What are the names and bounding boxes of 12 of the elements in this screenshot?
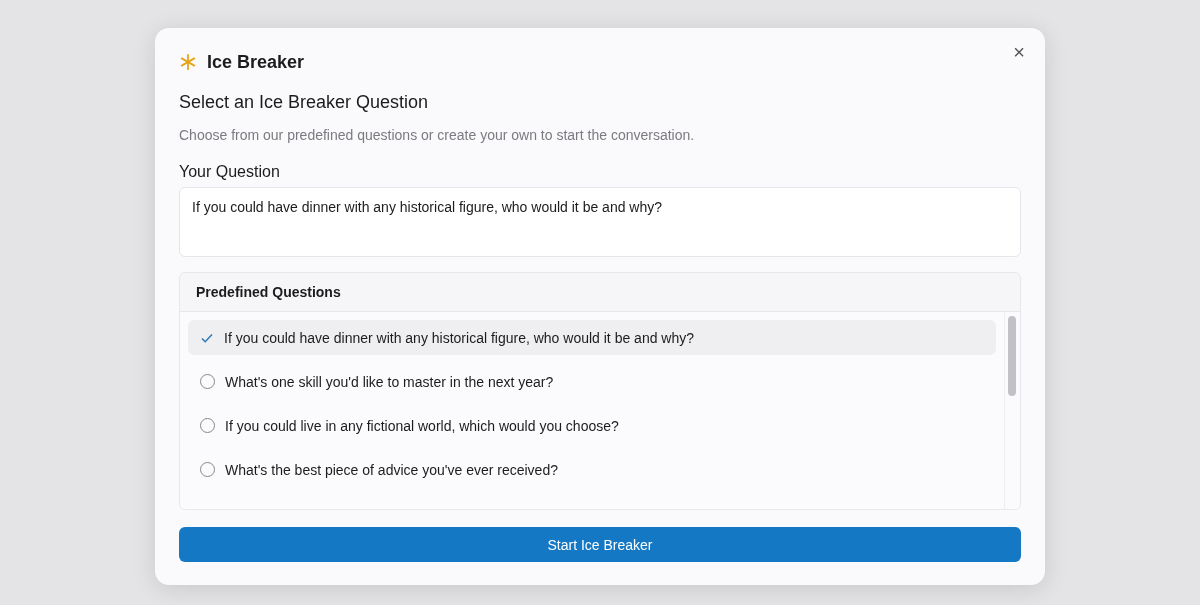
dialog-description: Choose from our predefined questions or create your own to start the conversation. — [179, 127, 696, 143]
question-option[interactable]: What's the best piece of advice you've ever received? — [188, 452, 996, 487]
question-option[interactable]: What's one skill you'd like to master in the next year? — [188, 364, 996, 399]
question-field[interactable]: If you could have dinner with any historical figure, who would it be and why? — [179, 187, 1021, 257]
dialog-heading: Select an Ice Breaker Question — [179, 92, 430, 113]
snowflake-icon — [179, 53, 197, 71]
start-button[interactable]: Start Ice Breaker — [179, 527, 1021, 562]
close-button[interactable]: × — [1013, 42, 1025, 62]
question-option[interactable]: If you could live in any fictional world, which would you choose? — [188, 408, 996, 443]
field-label: Your Question — [179, 163, 281, 181]
dialog-title: Ice Breaker — [207, 51, 305, 73]
question-option[interactable]: If you could have dinner with any historical figure, who would it be and why? — [188, 320, 996, 355]
